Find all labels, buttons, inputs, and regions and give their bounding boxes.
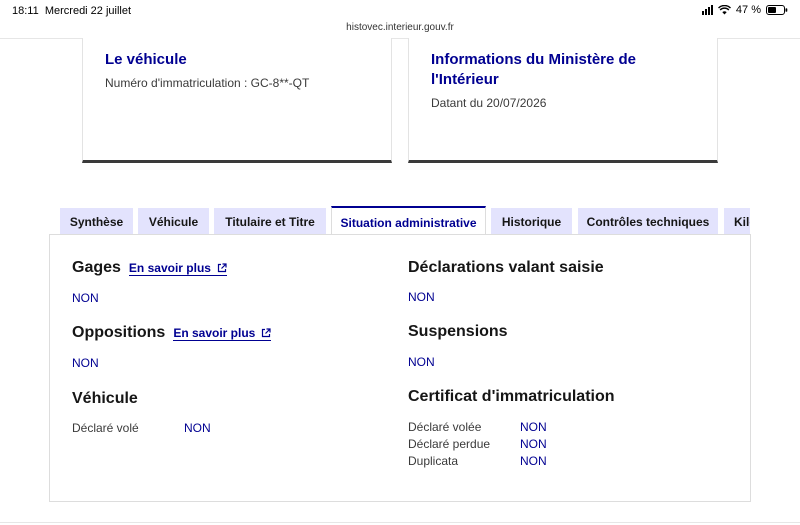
url-bar[interactable]: histovec.interieur.gouv.fr (0, 22, 800, 33)
clock: 18:11 (12, 5, 39, 17)
declarations-value: NON (408, 290, 435, 304)
gages-link-label: En savoir plus (128, 261, 211, 275)
tab-situation-administrative[interactable]: Situation administrative (331, 206, 486, 236)
oppositions-link-label: En savoir plus (173, 326, 256, 340)
battery-icon (766, 5, 788, 15)
cert-stolen-label: Déclaré volée (408, 420, 482, 434)
plate-number: Numéro d'immatriculation : GC-8**-QT (105, 76, 310, 90)
cert-lost-label: Déclaré perdue (408, 437, 491, 451)
certificat-title: Certificat d'immatriculation (408, 388, 615, 405)
tab-kilometrage[interactable]: Kilo (724, 208, 750, 236)
tab-bar: Synthèse Véhicule Titulaire et Titre Sit… (60, 206, 750, 236)
cert-duplicate-label: Duplicata (408, 454, 459, 468)
ministry-title-line1: Informations du Ministère de (431, 51, 637, 68)
gages-title: Gages (72, 259, 121, 276)
battery-percent: 47 % (735, 4, 761, 16)
ministry-card-title: Informations du Ministère de l'Intérieur (431, 50, 695, 90)
tab-historique[interactable]: Historique (491, 208, 572, 236)
stolen-label: Déclaré volé (72, 421, 139, 435)
suspensions-value: NON (408, 355, 435, 369)
tab-controles-techniques[interactable]: Contrôles techniques (578, 208, 718, 236)
gages-section: Gages En savoir plus (72, 259, 227, 277)
divider (0, 522, 800, 523)
tab-synthese[interactable]: Synthèse (60, 208, 133, 236)
external-link-icon (261, 328, 271, 338)
tab-vehicule[interactable]: Véhicule (138, 208, 209, 236)
ministry-date: Datant du 20/07/2026 (431, 96, 547, 110)
tab-titulaire-titre[interactable]: Titulaire et Titre (214, 208, 326, 236)
status-time: 18:11 Mercredi 22 juillet (12, 5, 131, 17)
cert-duplicate-value: NON (520, 454, 547, 468)
oppositions-learn-more-link[interactable]: En savoir plus (173, 326, 272, 341)
signal-icon (701, 5, 713, 15)
ministry-title-line2: l'Intérieur (431, 71, 499, 88)
suspensions-title: Suspensions (408, 323, 508, 340)
cert-lost-value: NON (520, 437, 547, 451)
gages-value: NON (72, 291, 99, 305)
external-link-icon (217, 263, 227, 273)
status-date: Mercredi 22 juillet (44, 5, 132, 17)
oppositions-value: NON (72, 356, 99, 370)
gages-learn-more-link[interactable]: En savoir plus (128, 261, 227, 276)
cert-stolen-value: NON (520, 420, 547, 434)
oppositions-title: Oppositions (72, 324, 166, 341)
ministry-card: Informations du Ministère de l'Intérieur… (408, 38, 718, 163)
declarations-title: Déclarations valant saisie (408, 259, 604, 276)
vehicule-section-title: Véhicule (72, 390, 138, 407)
stolen-value: NON (184, 421, 211, 435)
vehicle-card-title: Le véhicule (105, 51, 187, 68)
status-bar: 18:11 Mercredi 22 juillet 47 % (0, 0, 800, 22)
status-indicators: 47 % (701, 4, 788, 16)
oppositions-section: Oppositions En savoir plus (72, 324, 272, 342)
vehicle-card: Le véhicule Numéro d'immatriculation : G… (82, 38, 392, 163)
wifi-icon (717, 5, 731, 15)
